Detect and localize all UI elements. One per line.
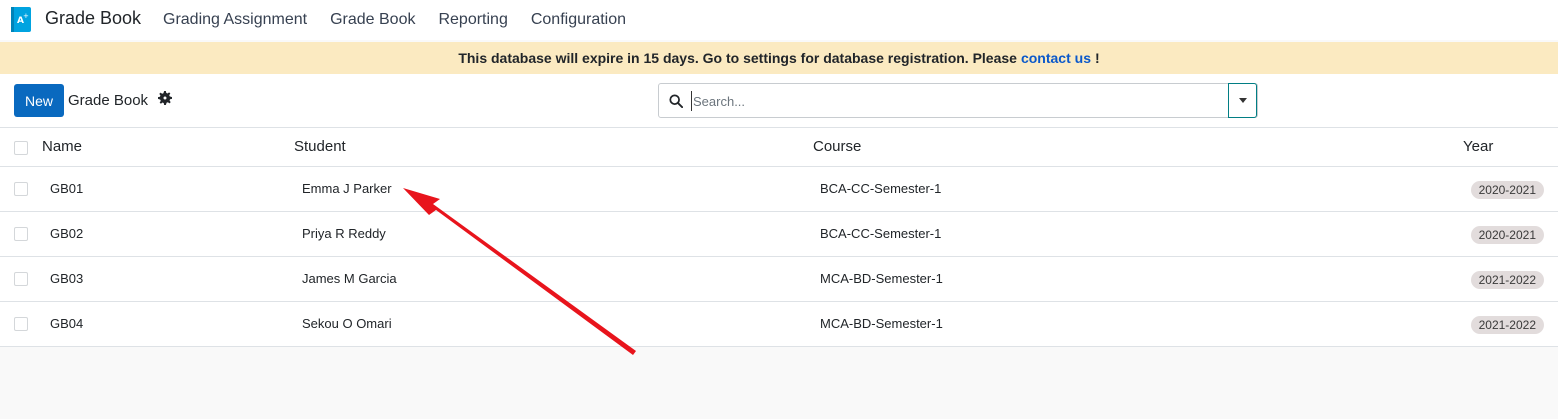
new-button[interactable]: New [14,84,64,117]
banner-text: This database will expire in 15 days. Go… [458,50,1017,66]
cell-student: James M Garcia [302,271,397,286]
year-badge: 2020-2021 [1470,181,1544,199]
top-menu: Grading Assignment Grade Book Reporting … [163,0,649,40]
cell-student: Sekou O Omari [302,316,392,331]
search-icon [669,94,683,108]
table-row[interactable]: GB03 James M Garcia MCA-BD-Semester-1 20… [0,257,1558,302]
search-input[interactable] [691,91,1221,111]
column-header-course[interactable]: Course [813,138,861,155]
column-header-year[interactable]: Year [1463,138,1493,155]
banner-suffix: ! [1094,50,1100,66]
table-row[interactable]: GB01 Emma J Parker BCA-CC-Semester-1 202… [0,167,1558,212]
caret-down-icon [1239,98,1247,103]
cell-name: GB03 [50,271,84,286]
column-header-name[interactable]: Name [42,138,82,155]
breadcrumb: Grade Book [68,92,149,109]
cell-course: MCA-BD-Semester-1 [820,271,943,286]
cell-course: BCA-CC-Semester-1 [820,226,942,241]
grade-book-app-icon[interactable]: A + [10,6,32,33]
cell-course: BCA-CC-Semester-1 [820,181,942,196]
expiry-banner: This database will expire in 15 days. Go… [0,42,1558,74]
cell-student: Emma J Parker [302,181,392,196]
column-header-student[interactable]: Student [294,138,346,155]
search-bar [658,83,1258,118]
table-header: Name Student Course Year [0,127,1558,167]
cell-name: GB01 [50,181,84,196]
table-row[interactable]: GB02 Priya R Reddy BCA-CC-Semester-1 202… [0,212,1558,257]
gear-icon[interactable] [158,91,172,105]
year-badge: 2021-2022 [1470,316,1544,334]
menu-configuration[interactable]: Configuration [531,11,626,29]
year-badge: 2020-2021 [1470,226,1544,244]
contact-us-link[interactable]: contact us [1021,50,1091,66]
cell-name: GB04 [50,316,84,331]
svg-text:+: + [23,12,29,20]
row-checkbox[interactable] [14,317,28,331]
year-badge: 2021-2022 [1470,271,1544,289]
table-row[interactable]: GB04 Sekou O Omari MCA-BD-Semester-1 202… [0,302,1558,347]
cell-course: MCA-BD-Semester-1 [820,316,943,331]
grade-book-list: Name Student Course Year GB01 Emma J Par… [0,127,1558,347]
cell-student: Priya R Reddy [302,226,386,241]
control-panel: New Grade Book [0,74,1558,127]
row-checkbox[interactable] [14,227,28,241]
menu-reporting[interactable]: Reporting [438,11,507,29]
cell-name: GB02 [50,226,84,241]
menu-grade-book[interactable]: Grade Book [330,11,415,29]
row-checkbox[interactable] [14,182,28,196]
select-all-checkbox[interactable] [14,141,28,155]
app-title[interactable]: Grade Book [45,8,141,29]
menu-grading-assignment[interactable]: Grading Assignment [163,11,307,29]
top-navbar: A + Grade Book Grading Assignment Grade … [0,0,1558,40]
row-checkbox[interactable] [14,272,28,286]
search-options-toggle[interactable] [1228,83,1257,118]
